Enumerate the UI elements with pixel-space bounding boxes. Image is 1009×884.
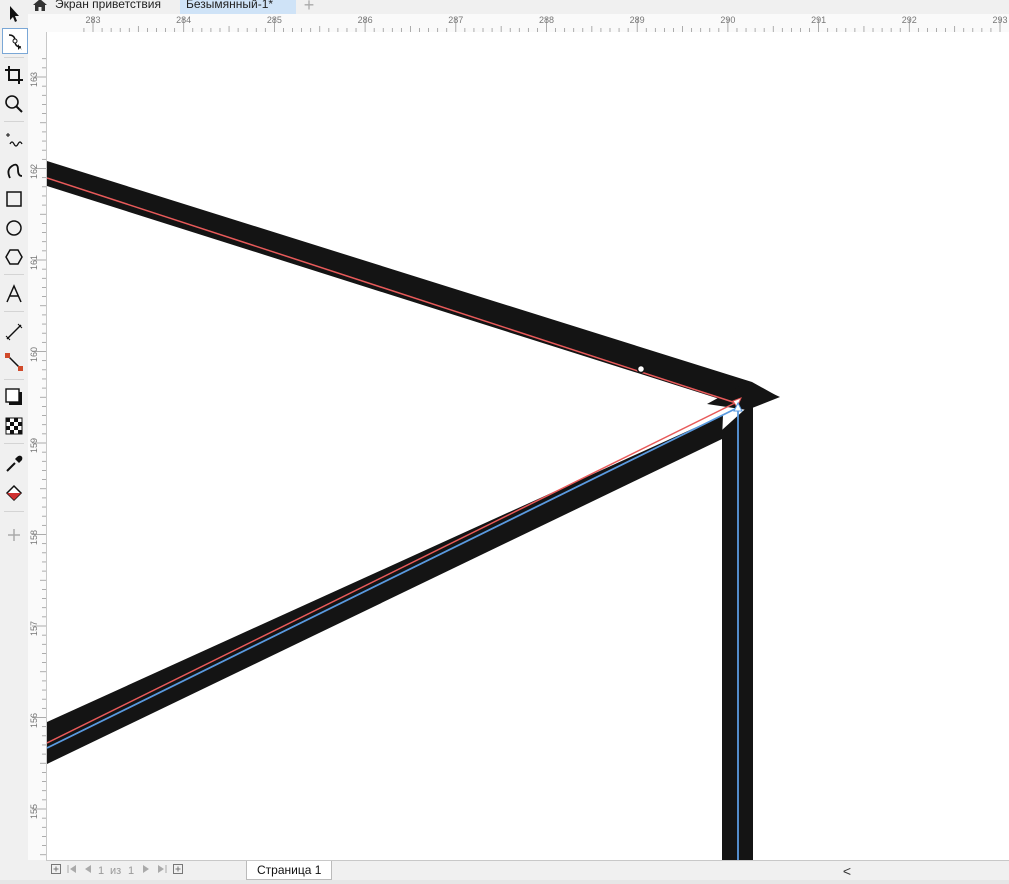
toolbox: [0, 0, 28, 884]
status-bar: [0, 880, 1009, 884]
ellipse-tool-button[interactable]: [2, 216, 26, 240]
horizontal-ruler-label: 293: [992, 15, 1008, 25]
pick-arrow-icon: [10, 6, 19, 22]
vertical-ruler-label: 156: [29, 712, 39, 728]
last-page-icon: [158, 865, 167, 873]
vertical-ruler[interactable]: 163 162 161 160 159 158 157 156 155: [28, 32, 47, 860]
transparency-tool-button[interactable]: [2, 414, 26, 438]
dimension-line-icon: [5, 323, 23, 341]
vertical-ruler-label: 161: [29, 254, 39, 270]
connector-tool-button[interactable]: [2, 350, 26, 374]
crop-tool-button[interactable]: [2, 63, 26, 87]
insert-page-before-button[interactable]: [50, 863, 62, 879]
drop-shadow-icon: [5, 388, 22, 405]
transparency-checker-icon: [5, 417, 23, 435]
vertical-ruler-label: 160: [29, 346, 39, 362]
current-page-number[interactable]: 1: [98, 863, 104, 879]
pick-tool-button[interactable]: [2, 2, 26, 26]
tab-untitled-document[interactable]: Безымянный-1*: [180, 0, 296, 14]
zoom-tool-button[interactable]: [2, 92, 26, 116]
horizontal-ruler-label: 289: [629, 15, 645, 25]
curve-node-handle[interactable]: [636, 364, 646, 374]
vertical-ruler-label: 155: [29, 803, 39, 819]
lower-path-outline-blue[interactable]: [47, 407, 738, 749]
hexagon-icon: [5, 249, 23, 265]
add-page-after-icon: [173, 864, 183, 874]
previous-page-icon: [85, 865, 91, 873]
vertical-ruler-label: 163: [29, 71, 39, 87]
add-page-icon: [51, 864, 61, 874]
horizontal-ruler-label: 290: [720, 15, 736, 25]
document-tab-bar: Экран приветствия Безымянный-1* +: [0, 0, 1009, 14]
zoom-magnifier-icon: [5, 95, 23, 113]
first-page-button[interactable]: [66, 863, 78, 879]
rectangle-tool-button[interactable]: [2, 187, 26, 211]
artistic-media-tool-button[interactable]: [2, 158, 26, 182]
tab-document-label: Безымянный-1*: [186, 0, 274, 11]
freehand-tool-button[interactable]: [2, 128, 26, 152]
text-a-icon: [6, 284, 22, 303]
horizontal-scroll-left-button[interactable]: <: [836, 863, 858, 879]
add-tool-button[interactable]: [2, 523, 26, 547]
horizontal-ruler-label: 292: [901, 15, 917, 25]
eyedropper-tool-button[interactable]: [2, 452, 26, 476]
horizontal-ruler-label: 287: [448, 15, 464, 25]
canvas-drawing: [47, 161, 780, 861]
vertical-ruler-label: 162: [29, 163, 39, 179]
paint-bucket-icon: [5, 484, 23, 502]
horizontal-ruler-label: 286: [357, 15, 373, 25]
crop-icon: [5, 66, 23, 84]
upper-path-outline[interactable]: [47, 177, 740, 405]
horizontal-ruler-ticks: [83, 18, 1001, 32]
text-tool-button[interactable]: [2, 282, 26, 306]
shape-node-icon: [8, 34, 22, 50]
vertical-ruler-label: 159: [29, 437, 39, 453]
first-page-icon: [67, 865, 76, 873]
total-pages: 1: [128, 865, 135, 877]
plus-icon: [8, 529, 20, 541]
vertical-ruler-label: 158: [29, 529, 39, 545]
connector-icon: [5, 353, 23, 371]
artistic-curve-icon: [7, 163, 23, 179]
home-icon: [32, 0, 48, 12]
parallel-dimension-tool-button[interactable]: [2, 320, 26, 344]
eyedropper-icon: [6, 455, 23, 472]
ellipse-icon: [6, 220, 22, 236]
tab-welcome-label: Экран приветствия: [55, 0, 162, 11]
page-tab-1[interactable]: Страница 1: [246, 861, 333, 880]
next-page-icon: [143, 865, 149, 873]
lower-line-stroke[interactable]: [47, 415, 723, 764]
drop-shadow-tool-button[interactable]: [2, 385, 26, 409]
vertical-ruler-label: 157: [29, 620, 39, 636]
horizontal-ruler-label: 285: [266, 15, 282, 25]
freehand-icon: [6, 133, 23, 147]
new-document-tab-button[interactable]: +: [299, 0, 319, 14]
page-navigator: 1 из 1 Страница 1 <: [46, 860, 1009, 881]
tab-welcome-screen[interactable]: Экран приветствия: [28, 0, 176, 14]
horizontal-ruler-label: 283: [85, 15, 101, 25]
upper-line-stroke[interactable]: [47, 161, 779, 407]
horizontal-ruler[interactable]: 283 284 285 286 287 288 289 290 291 292 293: [28, 14, 1009, 33]
drawing-canvas[interactable]: [47, 32, 1009, 861]
horizontal-ruler-label: 288: [538, 15, 555, 25]
horizontal-ruler-label: 284: [176, 15, 192, 25]
polygon-tool-button[interactable]: [2, 245, 26, 269]
rectangle-icon: [6, 191, 22, 207]
last-page-button[interactable]: [156, 863, 168, 879]
interactive-fill-tool-button[interactable]: [2, 482, 26, 506]
page-of-label: из: [110, 865, 122, 877]
horizontal-ruler-label: 291: [811, 15, 827, 25]
insert-page-after-button[interactable]: [172, 863, 184, 879]
shape-tool-button[interactable]: [2, 28, 28, 54]
next-page-button[interactable]: [140, 863, 152, 879]
previous-page-button[interactable]: [82, 863, 94, 879]
lower-path-outline-red[interactable]: [47, 401, 738, 744]
